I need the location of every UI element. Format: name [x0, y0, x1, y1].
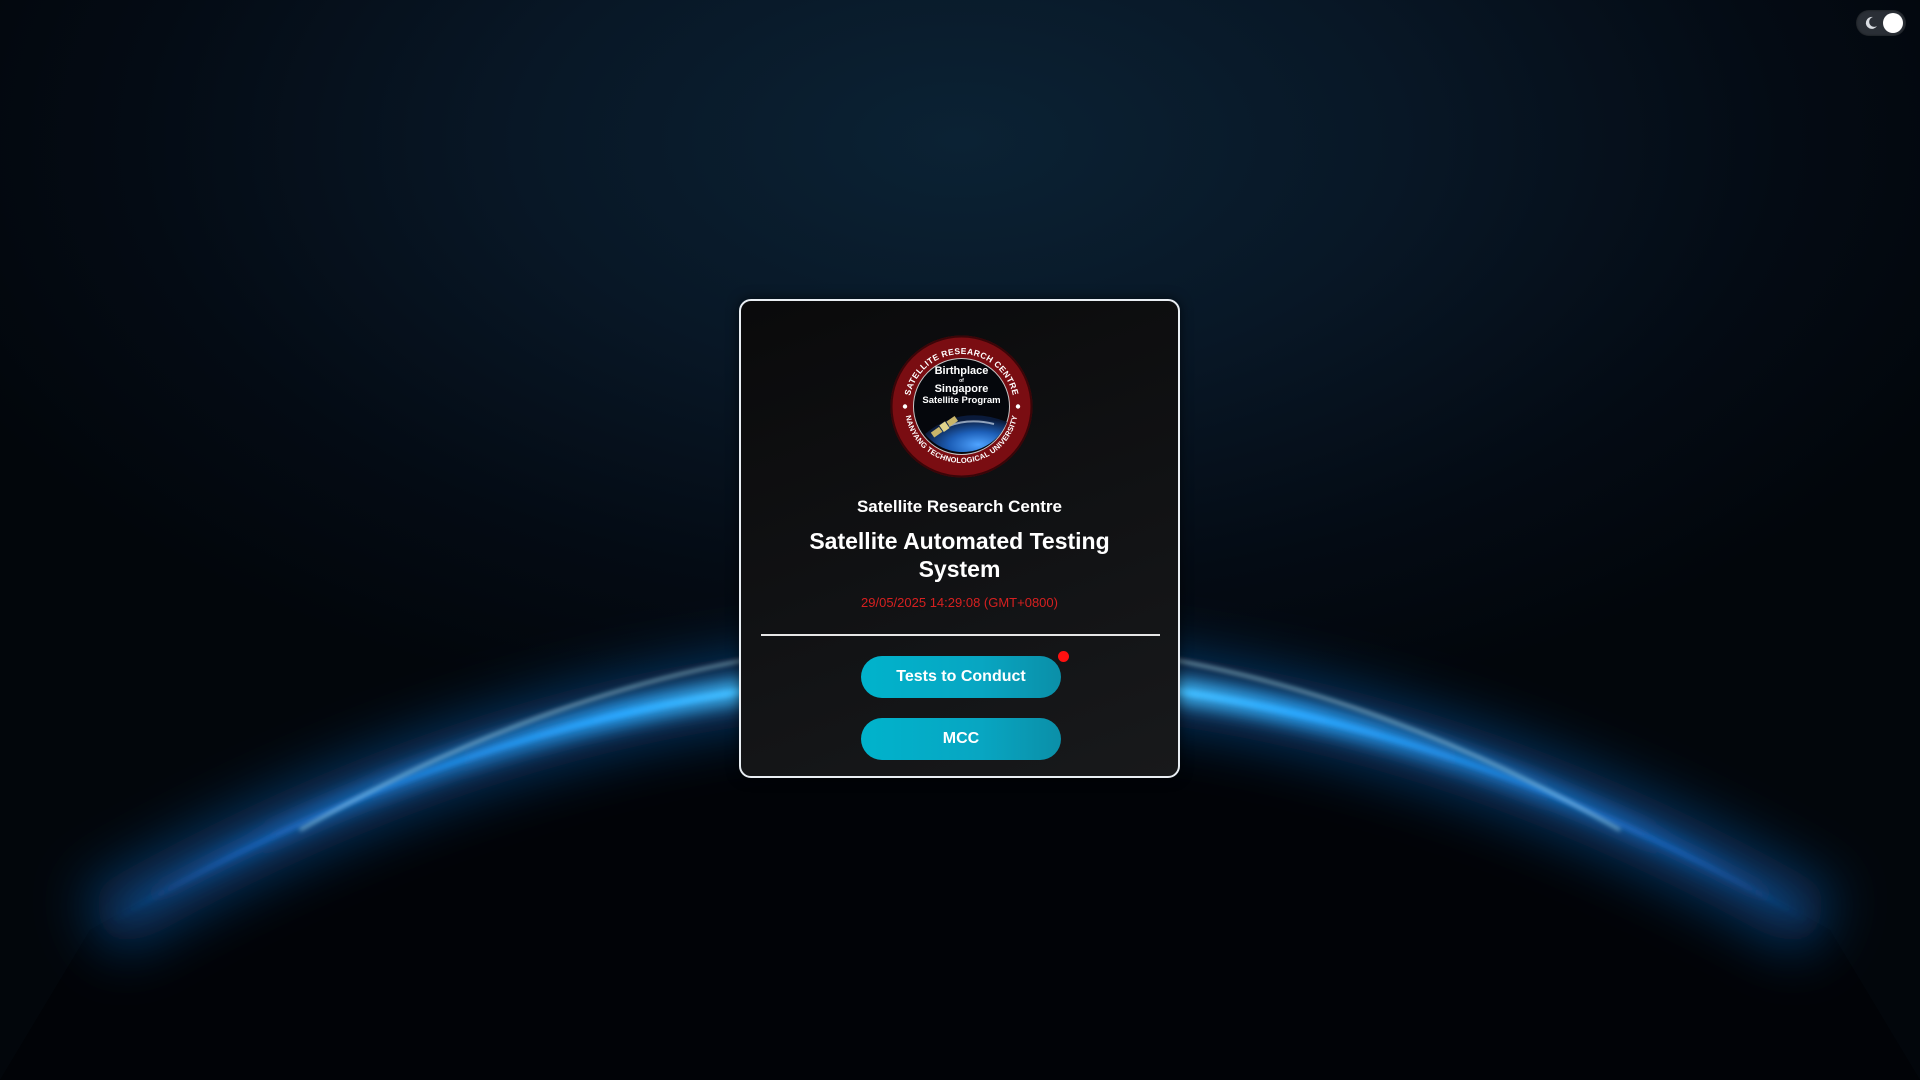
logo-center-line-4: Satellite Program — [922, 395, 1000, 406]
tests-to-conduct-button[interactable]: Tests to Conduct — [861, 656, 1061, 698]
logo-center-line-3: Singapore — [935, 383, 989, 395]
theme-toggle[interactable] — [1856, 10, 1906, 36]
app-title: Satellite Automated Testing System — [809, 528, 1110, 582]
moon-icon — [1865, 16, 1877, 29]
current-datetime: 29/05/2025 14:29:08 (GMT+0800) — [861, 595, 1058, 610]
notification-dot — [1058, 651, 1069, 662]
toggle-knob — [1883, 13, 1903, 33]
logo-center-line-1: Birthplace — [935, 365, 989, 377]
mcc-button[interactable]: MCC — [861, 718, 1061, 760]
divider — [761, 634, 1160, 636]
login-card: SATELLITE RESEARCH CENTRE NANYANG TECHNO… — [739, 299, 1180, 778]
satellite-research-centre-logo: SATELLITE RESEARCH CENTRE NANYANG TECHNO… — [890, 335, 1033, 478]
organization-name: Satellite Research Centre — [856, 497, 1063, 516]
